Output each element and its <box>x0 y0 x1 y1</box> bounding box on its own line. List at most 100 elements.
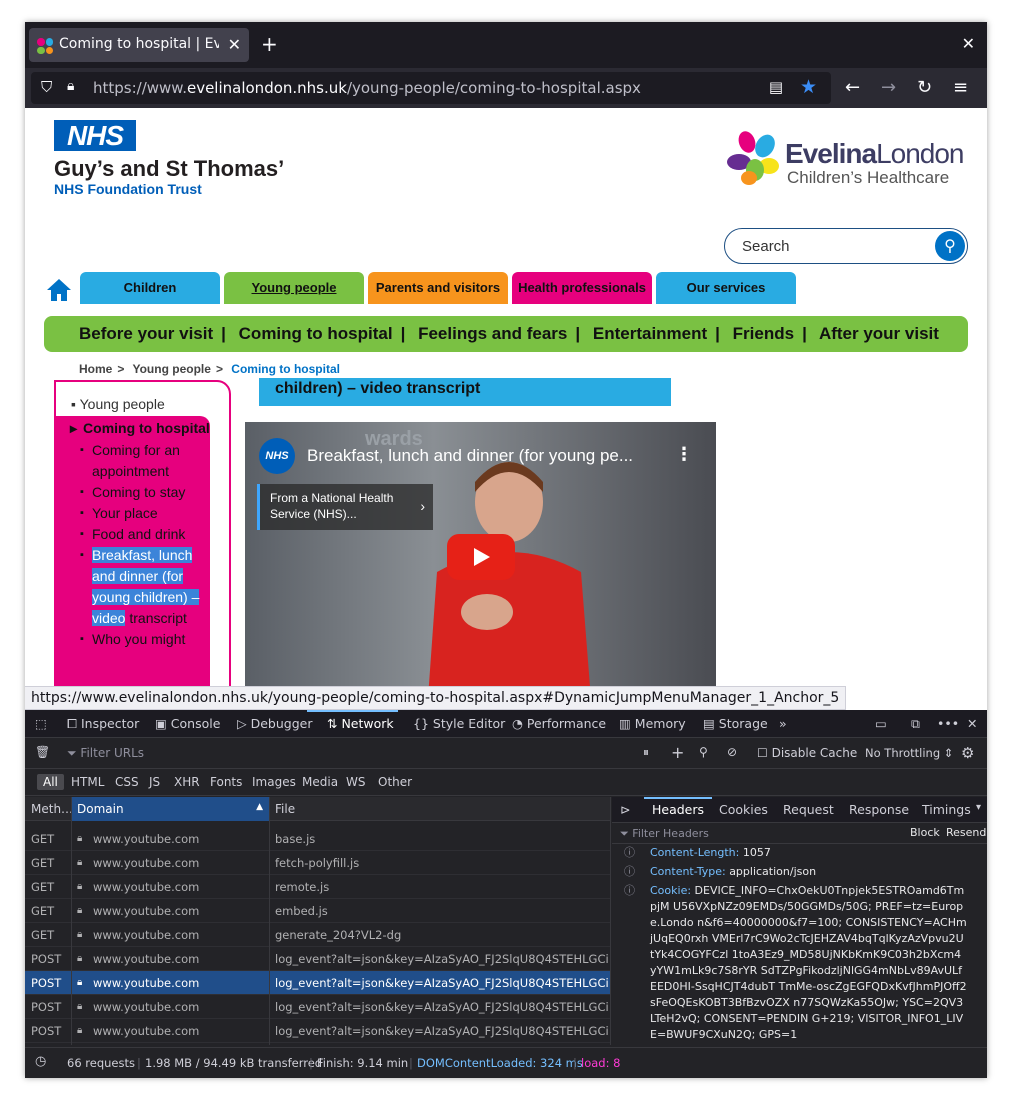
tab-headers[interactable]: Headers <box>643 797 713 817</box>
performance-icon[interactable]: ◷ <box>35 1054 46 1069</box>
table-row[interactable]: GET 🔒︎ www.youtube.com fetch-polyfill.js <box>25 851 610 875</box>
side-item-your-place[interactable]: Your place <box>80 503 200 524</box>
filter-media[interactable]: Media <box>302 775 338 789</box>
lock-icon[interactable]: 🔒︎ <box>67 78 74 94</box>
side-item-breakfast-video[interactable]: Breakfast, lunch and dinner (for young c… <box>80 545 200 629</box>
table-row[interactable]: POST 🔒︎ www.youtube.com log_event?alt=json&… <box>25 971 610 995</box>
dropdown-icon[interactable]: ▾ <box>976 802 981 813</box>
split-console-icon[interactable]: ▭ <box>875 716 887 731</box>
column-domain[interactable]: Domain ▲ <box>71 797 269 821</box>
table-row[interactable]: GET 🔒︎ www.youtube.com remote.js <box>25 875 610 899</box>
help-icon[interactable]: ⓘ <box>624 864 635 880</box>
back-icon[interactable]: ← <box>845 77 860 98</box>
filter-xhr[interactable]: XHR <box>174 775 200 789</box>
url-bar[interactable]: ⛉ 🔒︎ https://www.evelinalondon.nhs.uk/yo… <box>31 72 831 104</box>
table-row[interactable]: GET 🔒︎ www.youtube.com generate_204?VL2-dg <box>25 923 610 947</box>
tab-performance[interactable]: ◔ Performance <box>512 716 606 731</box>
tab-debugger[interactable]: ▷ Debugger <box>237 716 312 731</box>
block-icon[interactable]: ⊘ <box>727 745 737 759</box>
block-button[interactable]: Block <box>910 826 940 839</box>
tab-network[interactable]: ⇅ Network <box>307 710 398 731</box>
side-item-food-and-drink[interactable]: Food and drink <box>80 524 200 545</box>
tab-request[interactable]: Request <box>783 802 834 817</box>
table-row[interactable]: POST 🔒︎ www.youtube.com log_event?alt=json&… <box>25 947 610 971</box>
subnav-friends[interactable]: Friends <box>733 324 794 343</box>
search-icon[interactable]: ⚲ <box>935 231 965 261</box>
tab-children[interactable]: Children <box>80 272 220 304</box>
close-devtools-icon[interactable]: ✕ <box>967 716 977 731</box>
new-tab-icon[interactable]: + <box>261 32 278 56</box>
help-icon[interactable]: ⓘ <box>624 845 635 861</box>
bookmark-star-icon[interactable]: ★ <box>800 76 817 98</box>
side-item-young-people[interactable]: ▪ Young people <box>71 396 165 412</box>
resend-button[interactable]: Resend <box>946 826 986 839</box>
reload-icon[interactable]: ↻ <box>917 77 932 98</box>
filter-all[interactable]: All <box>37 774 64 790</box>
reader-view-icon[interactable]: ▤ <box>769 78 783 96</box>
subnav-after-your-visit[interactable]: After your visit <box>819 324 939 343</box>
search-box[interactable]: Search ⚲ <box>724 228 968 264</box>
tab-timings[interactable]: Timings <box>922 802 971 817</box>
table-row[interactable]: POST 🔒︎ www.youtube.com log_event?alt=json&… <box>25 1019 610 1043</box>
dock-icon[interactable]: ⧉ <box>911 716 920 732</box>
filter-images[interactable]: Images <box>252 775 296 789</box>
tab-memory[interactable]: ▥ Memory <box>619 716 686 731</box>
home-icon[interactable] <box>46 278 72 302</box>
throttling-select[interactable]: No Throttling ⇕ <box>865 746 953 760</box>
disable-cache-checkbox[interactable]: ☐ Disable Cache <box>757 746 857 760</box>
url-text[interactable]: https://www.evelinalondon.nhs.uk/young-p… <box>93 79 641 97</box>
help-icon[interactable]: ⓘ <box>624 883 635 899</box>
tab-young-people[interactable]: Young people <box>224 272 364 304</box>
subnav-feelings-and-fears[interactable]: Feelings and fears <box>418 324 567 343</box>
tab-our-services[interactable]: Our services <box>656 272 796 304</box>
table-row[interactable]: GET 🔒︎ www.youtube.com base.js <box>25 827 610 851</box>
filter-html[interactable]: HTML <box>71 775 104 789</box>
youtube-video[interactable]: wards NHS Breakfast, lunch and dinner (f… <box>245 422 716 708</box>
filter-css[interactable]: CSS <box>115 775 139 789</box>
shield-icon[interactable]: ⛉ <box>41 78 52 96</box>
tab-storage[interactable]: ▤ Storage <box>703 716 768 731</box>
add-icon[interactable]: + <box>671 743 684 762</box>
filter-other[interactable]: Other <box>378 775 412 789</box>
play-button[interactable] <box>447 534 515 580</box>
forward-icon[interactable]: → <box>881 77 896 98</box>
pause-icon[interactable]: ⏸ <box>643 745 649 760</box>
tab-cookies[interactable]: Cookies <box>719 802 768 817</box>
table-row[interactable]: POST 🔒︎ www.youtube.com log_event?alt=json&… <box>25 995 610 1019</box>
filter-js[interactable]: JS <box>149 775 160 789</box>
pick-element-icon[interactable]: ⬚ <box>35 716 47 731</box>
filter-fonts[interactable]: Fonts <box>210 775 242 789</box>
video-title[interactable]: Breakfast, lunch and dinner (for young p… <box>307 446 633 466</box>
video-info-panel[interactable]: From a National Health Service (NHS)... … <box>257 484 433 530</box>
search-icon[interactable]: ⚲ <box>699 745 708 759</box>
tab-inspector[interactable]: ⧠ Inspector <box>67 716 139 732</box>
tab-console[interactable]: ▣ Console <box>155 716 220 731</box>
browser-tab[interactable]: Coming to hospital | Evelina ✕ <box>29 28 249 62</box>
column-file[interactable]: File <box>275 802 295 816</box>
subnav-coming-to-hospital[interactable]: Coming to hospital <box>239 324 393 343</box>
toggle-sidebar-icon[interactable]: ⊳ <box>620 802 630 817</box>
tab-style-editor[interactable]: {} Style Editor <box>413 716 505 731</box>
subnav-entertainment[interactable]: Entertainment <box>593 324 707 343</box>
nhs-logo[interactable]: NHS <box>54 120 136 151</box>
column-method[interactable]: Meth… <box>31 802 73 816</box>
breadcrumb-home[interactable]: Home <box>79 362 112 376</box>
filter-urls-input[interactable]: ⏷ Filter URLs <box>67 746 144 761</box>
channel-logo[interactable]: NHS <box>259 438 295 474</box>
side-item-appointment[interactable]: Coming for an appointment <box>80 440 200 482</box>
table-row[interactable]: GET 🔒︎ www.youtube.com embed.js <box>25 899 610 923</box>
tab-health-professionals[interactable]: Health professionals <box>512 272 652 304</box>
breadcrumb-young-people[interactable]: Young people <box>132 362 210 376</box>
more-options-icon[interactable]: ⋮ <box>675 444 693 465</box>
side-item-stay[interactable]: Coming to stay <box>80 482 200 503</box>
more-tabs-icon[interactable]: » <box>779 716 787 731</box>
side-item-who-you-might[interactable]: Who you might <box>80 629 200 650</box>
evelina-flower-logo[interactable] <box>725 128 790 188</box>
tab-response[interactable]: Response <box>849 802 909 817</box>
gear-icon[interactable]: ⚙ <box>961 744 974 762</box>
options-icon[interactable]: ••• <box>937 716 959 731</box>
trash-icon[interactable]: 🗑︎ <box>35 745 50 759</box>
subnav-before-your-visit[interactable]: Before your visit <box>79 324 213 343</box>
menu-icon[interactable]: ≡ <box>953 77 968 98</box>
close-tab-icon[interactable]: ✕ <box>228 35 241 54</box>
